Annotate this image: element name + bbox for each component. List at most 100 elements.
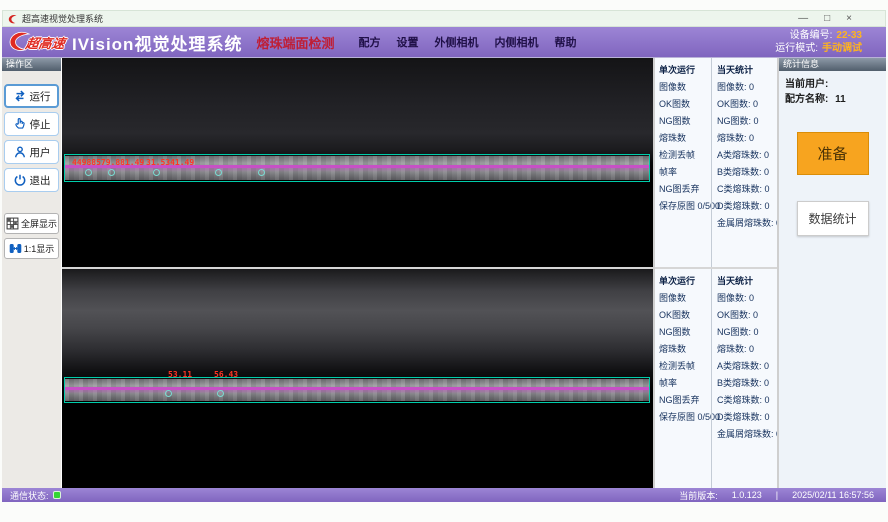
stat-row: 熔珠数	[659, 341, 710, 358]
menu-item-outer-camera[interactable]: 外侧相机	[434, 34, 478, 50]
sidebar-buttons: 运行 停止 用户	[2, 71, 61, 259]
stat-row: OK图数	[659, 307, 710, 324]
stat-row: OK图数: 0	[717, 96, 781, 113]
user-button[interactable]: 用户	[4, 140, 59, 164]
detection-mark	[85, 169, 92, 176]
run-button-label: 运行	[30, 89, 51, 104]
user-button-label: 用户	[30, 145, 51, 160]
prepare-button[interactable]: 准备	[797, 132, 869, 175]
app-window: 超高速视觉处理系统 — □ × 超高速 IVision视觉处理系统 熔珠端面检测…	[2, 10, 886, 502]
screen: 超高速视觉处理系统 — □ × 超高速 IVision视觉处理系统 熔珠端面检测…	[0, 0, 888, 522]
stat-row: OK图数: 0	[717, 307, 781, 324]
menu-item-inner-camera[interactable]: 内侧相机	[494, 34, 538, 50]
measurement-annotation: 56.43	[214, 370, 238, 379]
status-separator: |	[776, 490, 778, 500]
day-stats-title: 当天统计	[717, 63, 781, 76]
camera-view-outer[interactable]: 44988579.881.49 31.5341.49	[62, 58, 653, 267]
stat-row: OK图数	[659, 96, 710, 113]
minimize-button[interactable]: —	[798, 14, 808, 24]
stat-row: NG图数	[659, 113, 710, 130]
stats-panel-outer: 单次运行 图像数 OK图数 NG图数 熔珠数 检测丢帧 帧率 NG图丢弃 保存原…	[655, 58, 777, 267]
stat-row: NG图数: 0	[717, 113, 781, 130]
fullscreen-grid-icon	[6, 217, 19, 230]
status-bar: 通信状态: 当前版本: 1.0.123 | 2025/02/11 16:57:5…	[2, 488, 886, 502]
detection-mark	[153, 169, 160, 176]
camera-view-area: 44988579.881.49 31.5341.49 53.11 56.43	[62, 58, 653, 488]
stat-row: C类熔珠数: 0	[717, 181, 781, 198]
detection-mark	[108, 169, 115, 176]
current-user-label: 当前用户:	[785, 79, 828, 90]
stat-row: A类熔珠数: 0	[717, 358, 781, 375]
exit-button-label: 退出	[30, 173, 51, 188]
maximize-button[interactable]: □	[824, 14, 830, 24]
stat-row: C类熔珠数: 0	[717, 392, 781, 409]
one-to-one-button-label: 1:1显示	[24, 242, 55, 255]
run-stats-column: 单次运行 图像数 OK图数 NG图数 熔珠数 检测丢帧 帧率 NG图丢弃 保存原…	[655, 269, 711, 488]
run-stats-column: 单次运行 图像数 OK图数 NG图数 熔珠数 检测丢帧 帧率 NG图丢弃 保存原…	[655, 58, 711, 267]
brand-logo: 超高速	[8, 31, 65, 53]
stat-row: NG图丢弃	[659, 392, 710, 409]
stat-row: NG图丢弃	[659, 181, 710, 198]
window-title: 超高速视觉处理系统	[22, 12, 103, 25]
stop-button[interactable]: 停止	[4, 112, 59, 136]
stat-row: 熔珠数	[659, 130, 710, 147]
hand-stop-icon	[13, 117, 27, 131]
window-titlebar: 超高速视觉处理系统 — □ ×	[2, 10, 886, 27]
stat-row: 熔珠数: 0	[717, 130, 781, 147]
bead-centerline	[65, 387, 649, 390]
stat-row: 图像数	[659, 290, 710, 307]
stat-row: NG图数	[659, 324, 710, 341]
stat-row: 图像数: 0	[717, 79, 781, 96]
camera-view-inner[interactable]: 53.11 56.43	[62, 269, 653, 488]
weld-strip	[65, 379, 649, 401]
run-mode-label: 运行模式:	[775, 43, 818, 54]
main-menu: 配方 设置 外侧相机 内侧相机 帮助	[358, 34, 576, 50]
stat-row: 帧率	[659, 375, 710, 392]
version-label: 当前版本:	[679, 489, 718, 502]
exit-button[interactable]: 退出	[4, 168, 59, 192]
main-area: 操作区 运行 停止	[2, 57, 886, 488]
one-to-one-icon	[9, 242, 22, 255]
detection-mark	[217, 390, 224, 397]
recipe-name-label: 配方名称:	[785, 94, 828, 105]
stat-row: B类熔珠数: 0	[717, 375, 781, 392]
version-value: 1.0.123	[732, 490, 762, 500]
stat-row: 保存原图 0/500	[659, 409, 710, 426]
sync-arrows-icon	[13, 89, 27, 103]
day-stats-column: 当天统计 图像数: 0 OK图数: 0 NG图数: 0 熔珠数: 0 A类熔珠数…	[711, 269, 782, 488]
info-panel-title: 统计信息	[779, 58, 886, 71]
measurement-annotation: 44988579.881.49	[72, 158, 144, 167]
header-status: 设备编号:22-33 运行模式:手动调试	[775, 29, 880, 55]
stat-row: NG图数: 0	[717, 324, 781, 341]
run-button[interactable]: 运行	[4, 84, 59, 108]
stat-row: 帧率	[659, 164, 710, 181]
one-to-one-button[interactable]: 1:1显示	[4, 238, 59, 259]
data-statistics-button[interactable]: 数据统计	[797, 201, 869, 236]
menu-item-settings[interactable]: 设置	[396, 34, 418, 50]
run-mode-value: 手动调试	[822, 43, 862, 54]
close-button[interactable]: ×	[846, 14, 852, 24]
stat-row: D类熔珠数: 0	[717, 198, 781, 215]
statistics-column: 单次运行 图像数 OK图数 NG图数 熔珠数 检测丢帧 帧率 NG图丢弃 保存原…	[653, 58, 777, 488]
stat-row: 检测丢帧	[659, 147, 710, 164]
detection-mark	[165, 390, 172, 397]
stat-row: 图像数: 0	[717, 290, 781, 307]
detection-mark	[215, 169, 222, 176]
stat-row: 图像数	[659, 79, 710, 96]
recipe-name-value: 11	[835, 94, 846, 105]
stat-row: D类熔珠数: 0	[717, 409, 781, 426]
day-stats-title: 当天统计	[717, 274, 781, 287]
stop-button-label: 停止	[30, 117, 51, 132]
run-stats-title: 单次运行	[659, 63, 710, 76]
menu-item-recipe[interactable]: 配方	[358, 34, 380, 50]
menu-item-help[interactable]: 帮助	[554, 34, 576, 50]
operation-sidebar: 操作区 运行 停止	[2, 58, 62, 488]
app-title: IVision视觉处理系统	[72, 30, 242, 55]
stat-row: 保存原图 0/500	[659, 198, 710, 215]
info-panel-body: 当前用户: 配方名称: 11 准备 数据统计	[779, 71, 886, 236]
sidebar-title: 操作区	[2, 58, 61, 71]
device-id-label: 设备编号:	[790, 30, 833, 41]
fullscreen-button[interactable]: 全屏显示	[4, 213, 59, 234]
power-icon	[13, 173, 27, 187]
stat-row: 检测丢帧	[659, 358, 710, 375]
